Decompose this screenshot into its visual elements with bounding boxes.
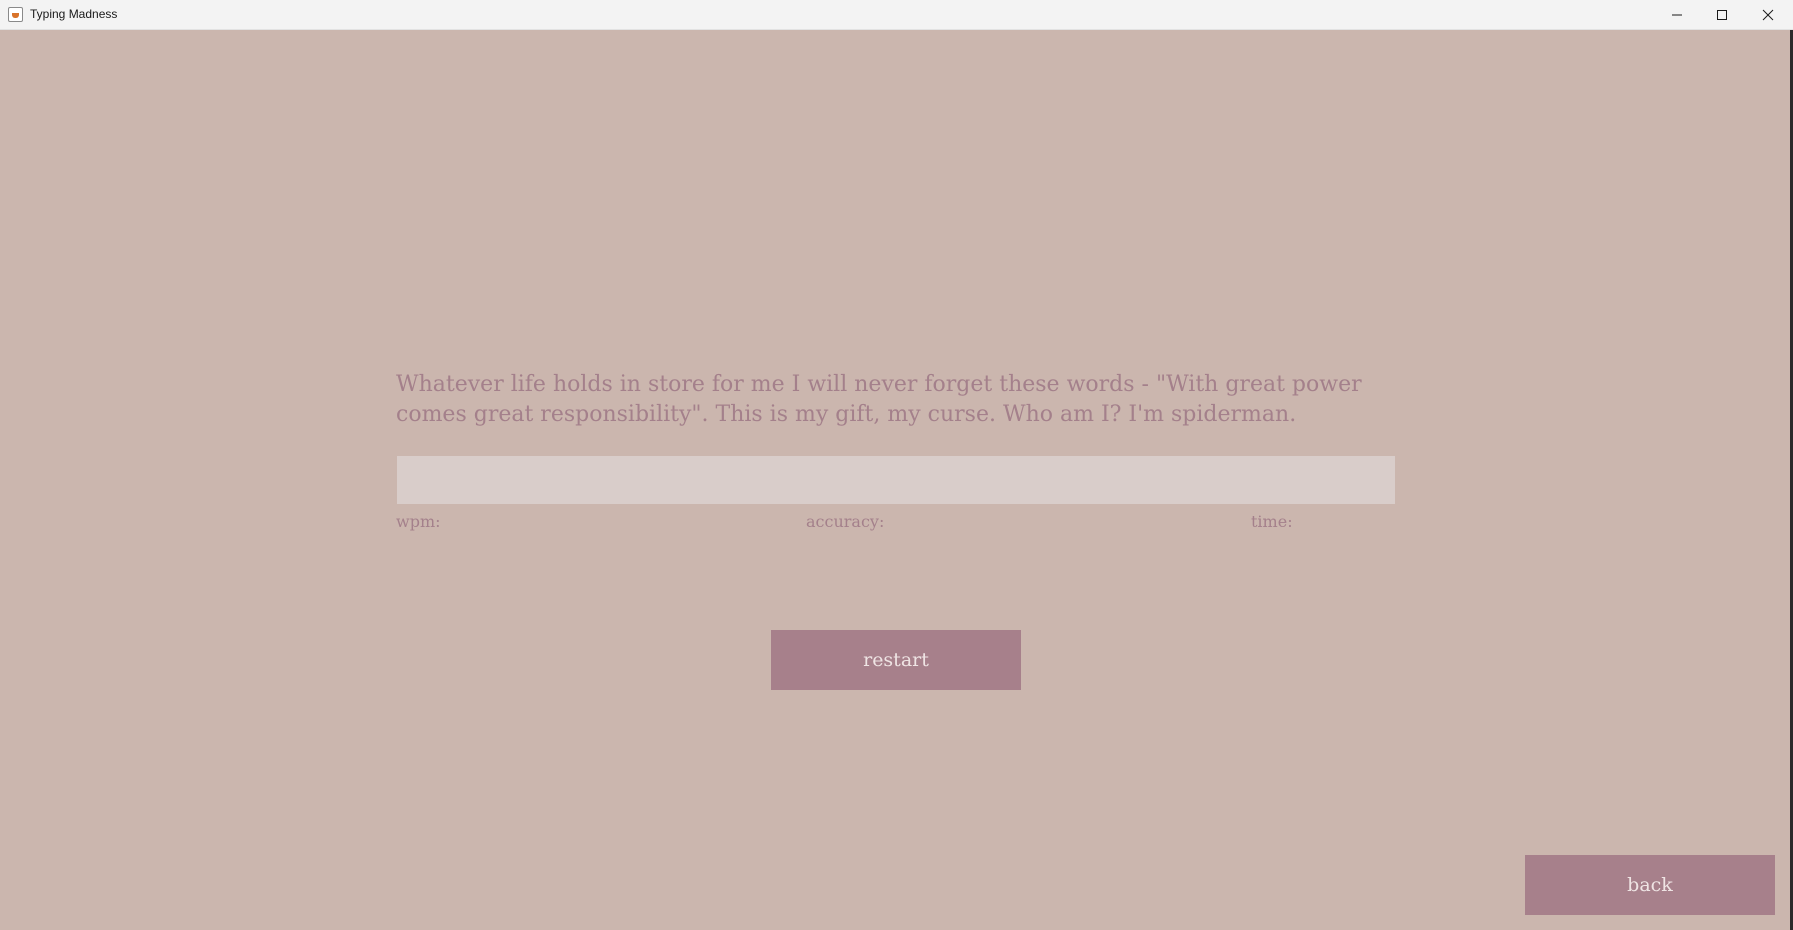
close-button[interactable] [1746,0,1790,29]
accuracy-label: accuracy: [806,512,885,531]
window-title: Typing Madness [30,7,118,21]
app-window: Typing Madness Whatever life holds in st… [0,0,1793,930]
maximize-button[interactable] [1700,0,1744,29]
maximize-icon [1717,9,1727,20]
typing-input[interactable] [397,456,1395,504]
java-app-icon [8,7,23,22]
time-label: time: [1251,512,1293,531]
minimize-button[interactable] [1655,0,1699,29]
close-icon [1762,9,1774,20]
wpm-label: wpm: [396,512,441,531]
minimize-icon [1672,14,1682,15]
main-panel: Whatever life holds in store for me I wi… [0,30,1793,930]
title-bar: Typing Madness [0,0,1793,30]
back-button[interactable]: back [1525,855,1775,915]
prompt-text: Whatever life holds in store for me I wi… [396,372,1362,427]
restart-button[interactable]: restart [771,630,1021,690]
